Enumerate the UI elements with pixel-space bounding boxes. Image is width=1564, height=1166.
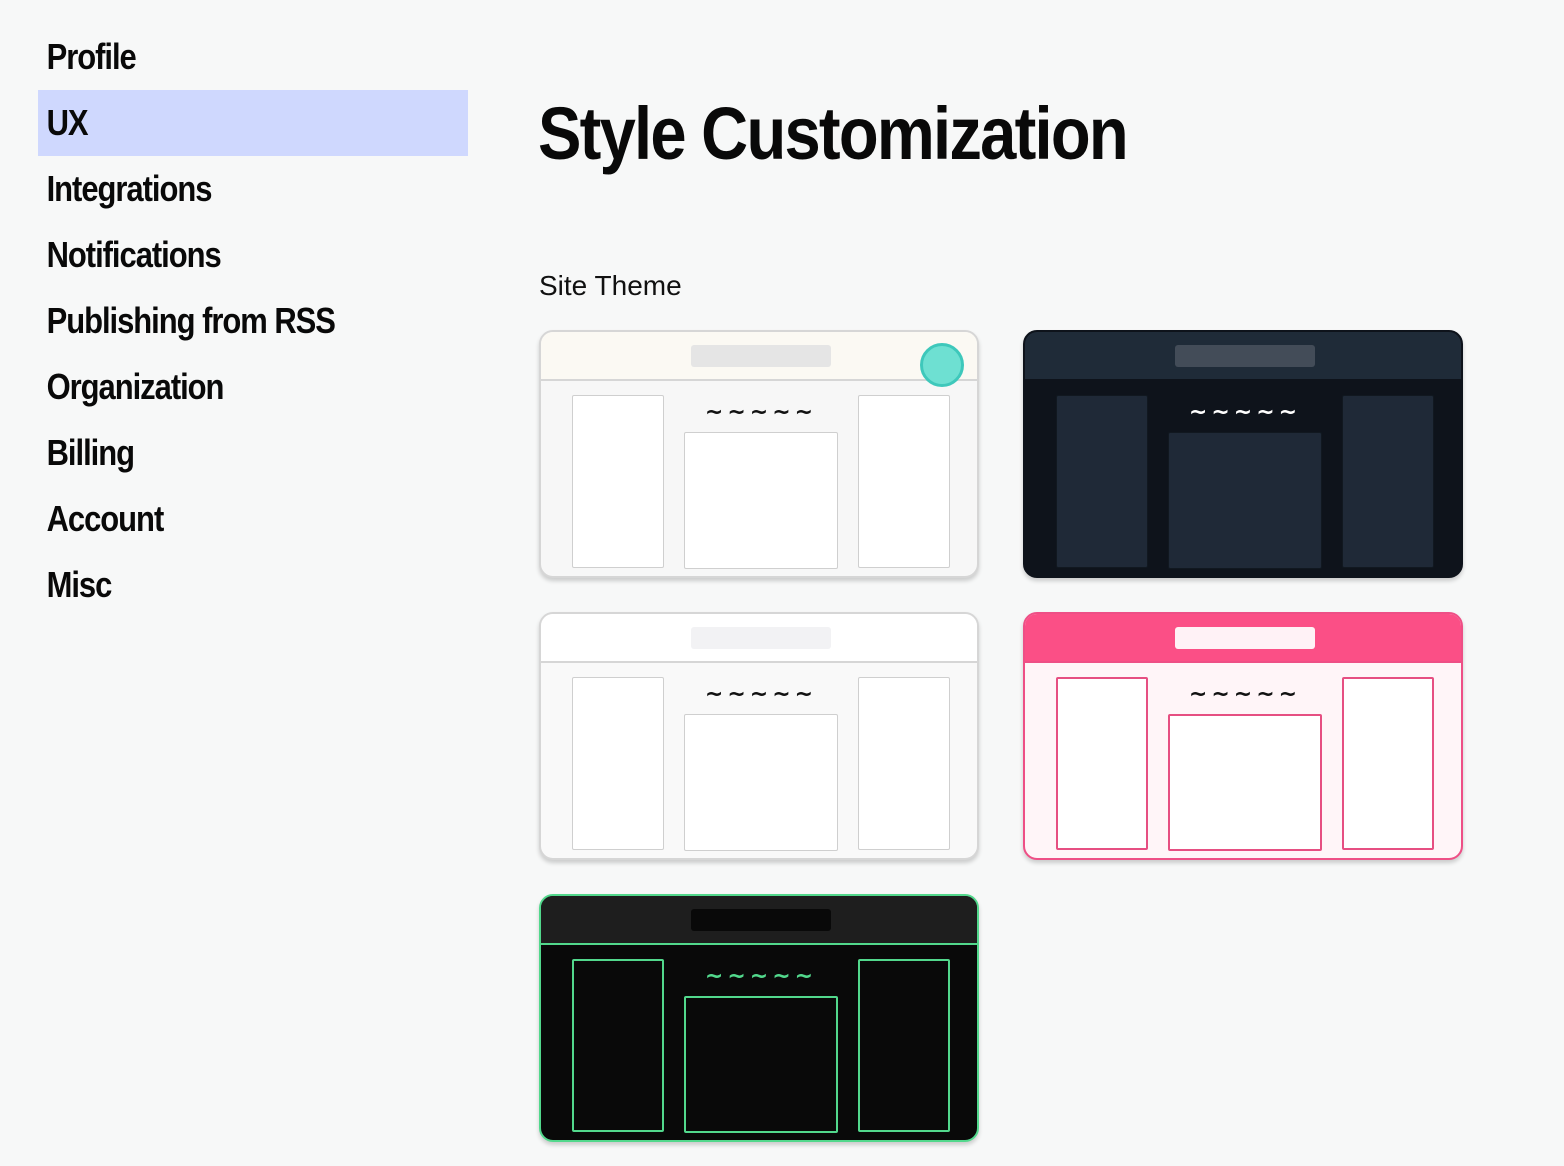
theme-preview-header-bar [1175,627,1315,649]
theme-card-terminal-green[interactable]: ~~~~~ [539,894,979,1142]
sidebar-item-account[interactable]: Account [38,486,477,552]
sidebar-item-ux-row[interactable]: UX [38,90,468,156]
theme-preview-header [1025,332,1461,381]
sidebar-item-profile-row[interactable]: Profile [38,24,468,90]
sidebar-item-publishing-from-rss[interactable]: Publishing from RSS [38,288,477,354]
theme-preview-squiggle: ~~~~~ [704,400,818,425]
theme-preview-panel-left [572,959,664,1132]
theme-card-dark-navy[interactable]: ~~~~~ [1023,330,1463,578]
sidebar-item-organization[interactable]: Organization [38,354,477,420]
sidebar-item-notifications[interactable]: Notifications [38,222,477,288]
theme-preview-panel-mid [1168,432,1322,569]
theme-card-minimal-white[interactable]: ~~~~~ [539,612,979,860]
settings-sidebar: Profile UX Integrations Notifications Pu… [38,24,468,618]
theme-preview-squiggle: ~~~~~ [1188,400,1302,425]
theme-preview-panel-mid [684,996,838,1133]
sidebar-item-publishing-row[interactable]: Publishing from RSS [38,288,468,354]
theme-preview-header [541,332,977,381]
theme-card-pink[interactable]: ~~~~~ [1023,612,1463,860]
theme-preview-panel-left [572,395,664,568]
sidebar-item-notifications-row[interactable]: Notifications [38,222,468,288]
theme-preview-panel-right [1342,395,1434,568]
theme-preview-panel-left [572,677,664,850]
theme-preview-panel-right [1342,677,1434,850]
sidebar-item-account-row[interactable]: Account [38,486,468,552]
theme-preview-panel-mid [684,432,838,569]
sidebar-item-ux[interactable]: UX [38,90,477,156]
theme-preview-header-bar [1175,345,1315,367]
sidebar-item-integrations[interactable]: Integrations [38,156,477,222]
theme-preview-panel-right [858,677,950,850]
theme-preview-panel-left [1056,677,1148,850]
page-title: Style Customization [538,92,1129,175]
theme-preview-squiggle: ~~~~~ [1188,682,1302,707]
theme-preview-header [541,896,977,945]
theme-preview-panel-mid [1168,714,1322,851]
sidebar-item-integrations-row[interactable]: Integrations [38,156,468,222]
theme-preview-panel-right [858,959,950,1132]
theme-preview-header-bar [691,627,831,649]
theme-preview-squiggle: ~~~~~ [704,682,818,707]
theme-preview-squiggle: ~~~~~ [704,964,818,989]
theme-preview-header [541,614,977,663]
sidebar-item-billing-row[interactable]: Billing [38,420,468,486]
site-theme-label: Site Theme [539,270,682,301]
theme-preview-header-bar [691,345,831,367]
sidebar-item-billing[interactable]: Billing [38,420,477,486]
sidebar-item-profile[interactable]: Profile [38,24,477,90]
sidebar-item-misc-row[interactable]: Misc [38,552,468,618]
theme-preview-header-bar [691,909,831,931]
theme-preview-panel-right [858,395,950,568]
sidebar-item-organization-row[interactable]: Organization [38,354,468,420]
sidebar-item-misc[interactable]: Misc [38,552,477,618]
theme-preview-header [1025,614,1461,663]
selected-theme-indicator [920,343,964,387]
theme-card-light-cream[interactable]: ~~~~~ [539,330,979,578]
theme-preview-panel-left [1056,395,1148,568]
theme-preview-panel-mid [684,714,838,851]
